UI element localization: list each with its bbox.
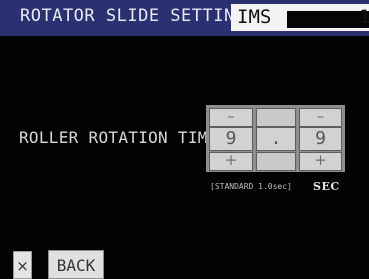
blank-key-top: [256, 108, 296, 127]
blank-key-bottom: [256, 152, 296, 171]
roller-rotation-time-label: ROLLER ROTATION TIME: [19, 128, 218, 147]
page-title: ROTATOR SLIDE SETTING: [20, 6, 246, 26]
decimal-point-display: .: [256, 127, 296, 151]
time-keypad: – – 9 . 9 + +: [206, 105, 345, 172]
ims-indicator: IMS 1: [231, 4, 369, 31]
digit-tenths-display: 9: [299, 127, 342, 151]
increment-tenths-button[interactable]: +: [299, 152, 342, 171]
back-button[interactable]: BACK: [48, 250, 104, 279]
digit-tens-display: 9: [209, 127, 253, 151]
title-bar: ROTATOR SLIDE SETTING IMS 1: [0, 0, 369, 36]
hmi-screen: ROTATOR SLIDE SETTING IMS 1 ROLLER ROTAT…: [0, 0, 369, 279]
ims-value-field: [287, 11, 369, 28]
decrement-tens-button[interactable]: –: [209, 108, 253, 127]
decrement-tenths-button[interactable]: –: [299, 108, 342, 127]
unit-label: SEC: [313, 180, 340, 193]
increment-tens-button[interactable]: +: [209, 152, 253, 171]
ims-value: 1: [359, 6, 369, 28]
close-button[interactable]: ×: [13, 251, 32, 279]
ims-label: IMS: [237, 6, 272, 28]
standard-value-note: [STANDARD 1.0sec]: [210, 182, 292, 191]
